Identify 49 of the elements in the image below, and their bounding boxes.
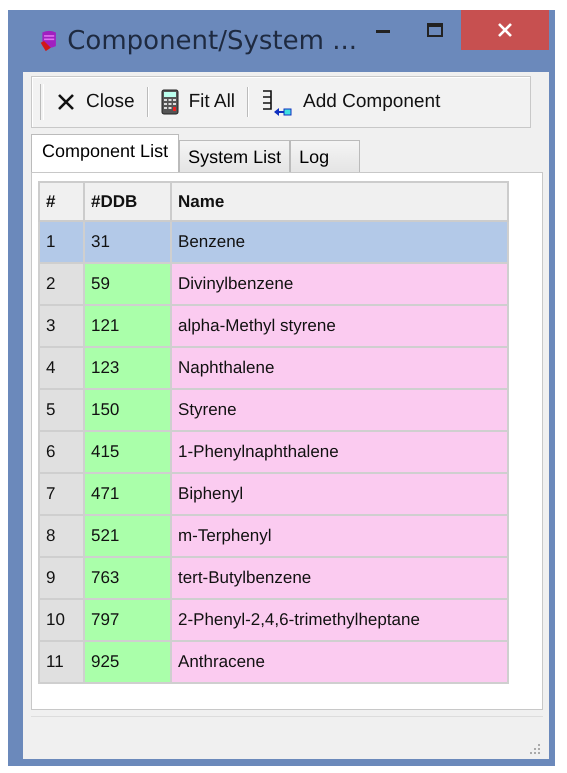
table-cell: 59 [84, 263, 171, 305]
tab[interactable]: Component List [31, 134, 180, 172]
add-component-button[interactable]: Add Component [257, 84, 444, 120]
close-button[interactable] [461, 10, 549, 50]
close-button[interactable]: Close [52, 87, 139, 117]
table-cell: 415 [84, 431, 171, 473]
tab[interactable]: Log [290, 140, 360, 172]
table-cell: 31 [84, 221, 171, 263]
table-cell: 11 [39, 641, 84, 683]
table-cell: Styrene [171, 389, 508, 431]
add-list-icon [261, 88, 294, 116]
table-cell: Anthracene [171, 641, 508, 683]
table-cell: Naphthalene [171, 347, 508, 389]
table-cell: 797 [84, 599, 171, 641]
table-cell: 150 [84, 389, 171, 431]
window-title: Component/System ... [67, 26, 357, 56]
table-cell: 9 [39, 557, 84, 599]
table-cell: 1-Phenylnaphthalene [171, 431, 508, 473]
table-cell: 2-Phenyl-2,4,6-trimethylheptane [171, 599, 508, 641]
table-cell: 2 [39, 263, 84, 305]
fit-all-button[interactable]: Fit All [156, 85, 240, 119]
table-cell: 6 [39, 431, 84, 473]
close-icon [56, 92, 76, 112]
table-cell: 763 [84, 557, 171, 599]
table-cell: Biphenyl [171, 473, 508, 515]
table-cell: 7 [39, 473, 84, 515]
table-cell: 5 [39, 389, 84, 431]
table-cell: 123 [84, 347, 171, 389]
table-cell: m-Terphenyl [171, 515, 508, 557]
table-cell: 3 [39, 305, 84, 347]
table-cell: 1 [39, 221, 84, 263]
table-cell: 925 [84, 641, 171, 683]
table-cell: 521 [84, 515, 171, 557]
column-header[interactable]: #DDB [84, 182, 171, 221]
table-cell: 10 [39, 599, 84, 641]
table-cell: alpha-Methyl styrene [171, 305, 508, 347]
tab[interactable]: System List [179, 140, 290, 172]
column-header[interactable]: Name [171, 182, 508, 221]
table-cell: Benzene [171, 221, 508, 263]
table-cell: 471 [84, 473, 171, 515]
table-cell: 4 [39, 347, 84, 389]
table-cell: 8 [39, 515, 84, 557]
table-cell: 121 [84, 305, 171, 347]
resize-grip-icon[interactable] [529, 743, 541, 755]
table-cell: Divinylbenzene [171, 263, 508, 305]
column-header[interactable]: # [39, 182, 84, 221]
maximize-icon[interactable] [426, 21, 444, 39]
calculator-icon [160, 89, 179, 115]
table-cell: tert-Butylbenzene [171, 557, 508, 599]
